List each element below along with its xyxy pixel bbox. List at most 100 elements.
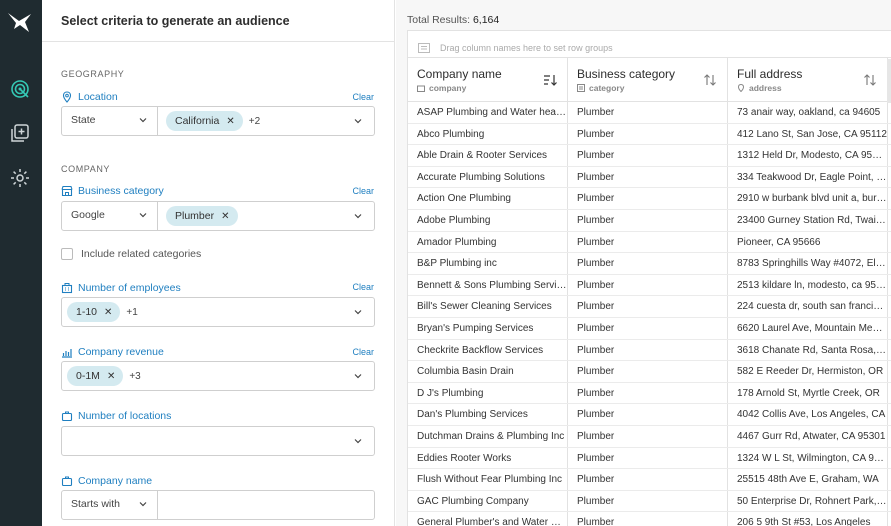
cell-company-name[interactable]: B&P Plumbing inc xyxy=(408,253,568,274)
cell-business-category[interactable]: Plumber xyxy=(568,490,728,512)
employees-clear-link[interactable]: Clear xyxy=(352,282,374,292)
cell-business-category[interactable]: Plumber xyxy=(568,317,728,339)
chevron-down-icon[interactable] xyxy=(353,371,363,381)
cell-company-name[interactable]: Bryan's Pumping Services xyxy=(408,317,568,339)
cell-full-address[interactable]: 25515 48th Ave E, Graham, WA xyxy=(728,469,888,490)
sort-icon[interactable] xyxy=(703,74,717,86)
cell-full-address[interactable]: 224 cuesta dr, south san francisco xyxy=(728,296,888,317)
cell-business-category[interactable]: Plumber xyxy=(568,166,728,188)
table-row[interactable]: Eddies Rooter Works Plumber 1324 W L St, W… xyxy=(408,447,891,470)
column-header-category[interactable]: Business category category xyxy=(568,58,728,101)
cell-business-category[interactable]: Plumber xyxy=(568,145,728,166)
company-name-filter[interactable]: Starts with xyxy=(61,490,375,520)
location-select[interactable]: State California ✕ +2 xyxy=(61,106,375,136)
cell-company-name[interactable]: Checkrite Backflow Services xyxy=(408,339,568,361)
table-row[interactable]: Amador Plumbing Plumber Pioneer, CA 95666 xyxy=(408,231,891,254)
target-icon[interactable] xyxy=(9,78,31,100)
cell-full-address[interactable]: 1312 Held Dr, Modesto, CA 95350 xyxy=(728,145,888,166)
cell-full-address[interactable]: 412 Lano St, San Jose, CA 95112 xyxy=(728,123,888,145)
chip-location[interactable]: California ✕ xyxy=(166,111,243,131)
cell-full-address[interactable]: 2513 kildare ln, modesto, ca 95355 xyxy=(728,274,888,296)
cell-business-category[interactable]: Plumber xyxy=(568,253,728,274)
cell-company-name[interactable]: Action One Plumbing xyxy=(408,188,568,209)
cell-business-category[interactable]: Plumber xyxy=(568,382,728,404)
table-row[interactable]: Columbia Basin Drain Plumber 582 E Reeder … xyxy=(408,361,891,383)
location-clear-link[interactable]: Clear xyxy=(352,92,374,102)
cell-business-category[interactable]: Plumber xyxy=(568,123,728,145)
cell-company-name[interactable]: Dan's Plumbing Services xyxy=(408,404,568,425)
locations-select[interactable] xyxy=(61,426,375,456)
table-row[interactable]: Accurate Plumbing Solutions Plumber 334 Te… xyxy=(408,166,891,189)
category-source-select[interactable]: Google xyxy=(62,202,158,230)
sort-icon[interactable] xyxy=(863,74,877,86)
table-row[interactable]: D J's Plumbing Plumber 178 Arnold St, Myrt… xyxy=(408,382,891,405)
table-row[interactable]: Abco Plumbing Plumber 412 Lano St, San Jos… xyxy=(408,123,891,146)
cell-company-name[interactable]: General Plumber's and Water Heaters xyxy=(408,512,568,526)
cell-business-category[interactable]: Plumber xyxy=(568,361,728,382)
chip-category[interactable]: Plumber ✕ xyxy=(166,206,238,226)
cell-business-category[interactable]: Plumber xyxy=(568,188,728,209)
revenue-clear-link[interactable]: Clear xyxy=(352,347,374,357)
chevron-down-icon[interactable] xyxy=(353,116,363,126)
cell-company-name[interactable]: Dutchman Drains & Plumbing Inc xyxy=(408,425,568,447)
table-row[interactable]: Bryan's Pumping Services Plumber 6620 Laur… xyxy=(408,317,891,340)
cell-business-category[interactable]: Plumber xyxy=(568,339,728,361)
cell-business-category[interactable]: Plumber xyxy=(568,296,728,317)
cell-full-address[interactable]: 50 Enterprise Dr, Rohnert Park, CA xyxy=(728,490,888,512)
include-related-row[interactable]: Include related categories xyxy=(61,248,201,260)
cell-company-name[interactable]: Columbia Basin Drain xyxy=(408,361,568,382)
chevron-down-icon[interactable] xyxy=(353,211,363,221)
table-row[interactable]: ASAP Plumbing and Water heaters Plumber 73… xyxy=(408,102,891,124)
cell-business-category[interactable]: Plumber xyxy=(568,404,728,425)
chevron-down-icon[interactable] xyxy=(353,436,363,446)
cell-company-name[interactable]: Bill's Sewer Cleaning Services xyxy=(408,296,568,317)
cell-full-address[interactable]: 23400 Gurney Station Rd, Twain Harte xyxy=(728,209,888,231)
chip-employees[interactable]: 1-10 ✕ xyxy=(67,302,121,322)
cell-full-address[interactable]: 3618 Chanate Rd, Santa Rosa, CA xyxy=(728,339,888,361)
remove-chip-icon[interactable]: ✕ xyxy=(104,307,112,318)
cell-company-name[interactable]: Flush Without Fear Plumbing Inc xyxy=(408,469,568,490)
column-header-address[interactable]: Full address address xyxy=(728,58,888,101)
table-row[interactable]: Flush Without Fear Plumbing Inc Plumber 25… xyxy=(408,469,891,491)
revenue-select[interactable]: 0-1M ✕ +3 xyxy=(61,361,375,391)
chip-revenue[interactable]: 0-1M ✕ xyxy=(67,366,124,386)
cell-business-category[interactable]: Plumber xyxy=(568,425,728,447)
table-row[interactable]: Dutchman Drains & Plumbing Inc Plumber 446… xyxy=(408,425,891,448)
settings-gear-icon[interactable] xyxy=(9,167,31,189)
cell-company-name[interactable]: ASAP Plumbing and Water heaters xyxy=(408,102,568,123)
cell-company-name[interactable]: Amador Plumbing xyxy=(408,231,568,253)
cell-business-category[interactable]: Plumber xyxy=(568,447,728,469)
column-header-company[interactable]: Company name company xyxy=(408,58,568,101)
table-row[interactable]: B&P Plumbing inc Plumber 8783 Springhills … xyxy=(408,253,891,275)
table-row[interactable]: Bill's Sewer Cleaning Services Plumber 224… xyxy=(408,296,891,318)
cell-company-name[interactable]: Adobe Plumbing xyxy=(408,209,568,231)
cell-business-category[interactable]: Plumber xyxy=(568,231,728,253)
cell-full-address[interactable]: 8783 Springhills Way #4072, Elk Grove xyxy=(728,253,888,274)
category-clear-link[interactable]: Clear xyxy=(352,186,374,196)
table-row[interactable]: Able Drain & Rooter Services Plumber 1312 … xyxy=(408,145,891,167)
cell-business-category[interactable]: Plumber xyxy=(568,102,728,123)
cell-company-name[interactable]: D J's Plumbing xyxy=(408,382,568,404)
name-match-select[interactable]: Starts with xyxy=(62,491,158,519)
cell-business-category[interactable]: Plumber xyxy=(568,274,728,296)
remove-chip-icon[interactable]: ✕ xyxy=(221,211,229,222)
include-related-checkbox[interactable] xyxy=(61,248,73,260)
horizontal-scrollbar[interactable] xyxy=(887,59,891,103)
remove-chip-icon[interactable]: ✕ xyxy=(107,371,115,382)
employees-select[interactable]: 1-10 ✕ +1 xyxy=(61,297,375,327)
cell-company-name[interactable]: Abco Plumbing xyxy=(408,123,568,145)
remove-chip-icon[interactable]: ✕ xyxy=(226,116,234,127)
table-row[interactable]: Dan's Plumbing Services Plumber 4042 Colli… xyxy=(408,404,891,426)
cell-company-name[interactable]: GAC Plumbing Company xyxy=(408,490,568,512)
cell-company-name[interactable]: Accurate Plumbing Solutions xyxy=(408,166,568,188)
cell-full-address[interactable]: 73 anair way, oakland, ca 94605 xyxy=(728,102,888,123)
cell-company-name[interactable]: Eddies Rooter Works xyxy=(408,447,568,469)
cell-business-category[interactable]: Plumber xyxy=(568,209,728,231)
cell-full-address[interactable]: 206 5 9th St #53, Los Angeles xyxy=(728,512,888,526)
cell-full-address[interactable]: Pioneer, CA 95666 xyxy=(728,231,888,253)
sort-descending-icon[interactable] xyxy=(543,74,557,86)
cell-full-address[interactable]: 582 E Reeder Dr, Hermiston, OR xyxy=(728,361,888,382)
cell-business-category[interactable]: Plumber xyxy=(568,512,728,526)
table-row[interactable]: Checkrite Backflow Services Plumber 3618 C… xyxy=(408,339,891,362)
table-row[interactable]: Action One Plumbing Plumber 2910 w burbank… xyxy=(408,188,891,210)
